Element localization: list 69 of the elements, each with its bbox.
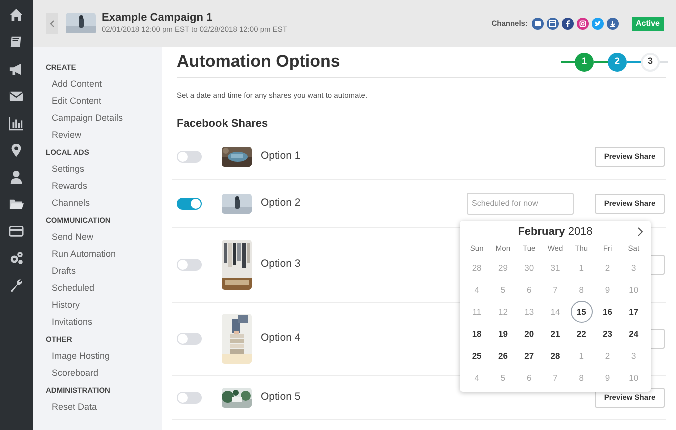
bar-chart-icon[interactable] bbox=[9, 116, 24, 131]
sidebar-link[interactable]: Scoreboard bbox=[52, 366, 99, 380]
location-pin-icon[interactable] bbox=[9, 143, 24, 158]
calendar-day[interactable]: 17 bbox=[622, 301, 645, 323]
sidebar-link[interactable]: Run Automation bbox=[52, 248, 116, 262]
toggle-switch[interactable] bbox=[177, 259, 202, 271]
folder-icon[interactable] bbox=[9, 197, 24, 212]
option-label: Option 4 bbox=[261, 331, 301, 346]
option-label: Option 5 bbox=[261, 390, 301, 405]
wrench-icon[interactable] bbox=[9, 278, 24, 293]
status-badge: Active bbox=[632, 16, 664, 30]
month-title: February 2018 bbox=[518, 224, 593, 240]
calendar-day[interactable]: 21 bbox=[544, 323, 566, 345]
chevron-left-icon bbox=[49, 20, 55, 28]
download-icon[interactable] bbox=[606, 18, 619, 30]
schedule-field[interactable]: Scheduled for now bbox=[467, 192, 574, 214]
home-icon[interactable] bbox=[9, 8, 24, 23]
option-label: Option 1 bbox=[261, 148, 301, 164]
sidebar-link[interactable]: Settings bbox=[52, 162, 85, 176]
toggle-switch[interactable] bbox=[177, 392, 202, 404]
page-title: Automation Options bbox=[177, 51, 340, 74]
user-icon[interactable] bbox=[9, 170, 24, 185]
megaphone-icon[interactable] bbox=[9, 62, 24, 77]
gears-icon[interactable] bbox=[9, 251, 24, 266]
sidebar-link[interactable]: Rewards bbox=[52, 180, 88, 194]
option-label: Option 2 bbox=[261, 196, 301, 211]
sidebar-link[interactable]: Channels bbox=[52, 196, 90, 210]
calendar-day[interactable]: 27 bbox=[518, 345, 540, 367]
toggle-switch[interactable] bbox=[177, 150, 202, 162]
calendar-day[interactable]: 20 bbox=[518, 323, 540, 345]
twitter-icon[interactable] bbox=[592, 18, 604, 30]
calendar-day[interactable]: 19 bbox=[492, 323, 514, 345]
instagram-icon[interactable] bbox=[576, 18, 589, 30]
book-icon[interactable] bbox=[9, 35, 24, 50]
chevron-right-icon bbox=[636, 227, 644, 237]
step-indicator: 2 bbox=[608, 52, 627, 72]
calendar-day[interactable]: 22 bbox=[570, 323, 593, 345]
calendar-day[interactable]: 25 bbox=[466, 345, 488, 367]
option-label: Option 3 bbox=[261, 257, 301, 272]
calendar-day[interactable]: 16 bbox=[596, 301, 619, 323]
sidebar-link[interactable]: History bbox=[52, 298, 80, 312]
campaign-title: Example Campaign 1 bbox=[102, 12, 214, 25]
sidebar-link[interactable]: Scheduled bbox=[52, 282, 95, 296]
email-icon[interactable] bbox=[532, 18, 544, 30]
sidebar-link[interactable]: Invitations bbox=[52, 316, 93, 330]
sidebar-link[interactable]: Campaign Details bbox=[52, 112, 124, 126]
toggle-switch[interactable] bbox=[177, 198, 202, 210]
next-month-button[interactable] bbox=[636, 227, 644, 237]
credit-card-icon[interactable] bbox=[9, 224, 24, 239]
toggle-switch[interactable] bbox=[177, 333, 202, 345]
step-indicator: 1 bbox=[575, 52, 594, 72]
calendar-day[interactable]: 26 bbox=[492, 345, 514, 367]
section-title: Facebook Shares bbox=[177, 116, 268, 132]
calendar-day[interactable]: 15 bbox=[570, 301, 593, 323]
step-indicator: 3 bbox=[641, 52, 660, 72]
sidebar-link[interactable]: Reset Data bbox=[52, 400, 98, 414]
sidebar-link[interactable]: Add Content bbox=[52, 78, 102, 92]
calendar-day[interactable]: 24 bbox=[622, 323, 645, 345]
sidebar-link[interactable]: Image Hosting bbox=[52, 350, 110, 364]
facebook-icon[interactable] bbox=[562, 18, 574, 30]
sidebar-link[interactable]: Send New bbox=[52, 230, 94, 244]
calendar-day[interactable]: 18 bbox=[466, 323, 488, 345]
sidebar-link[interactable]: Drafts bbox=[52, 264, 76, 278]
calendar-day[interactable]: 23 bbox=[596, 323, 619, 345]
sidebar-link[interactable]: Edit Content bbox=[52, 94, 102, 108]
calendar-day[interactable]: 28 bbox=[544, 345, 566, 367]
calendar-icon[interactable] bbox=[546, 18, 559, 30]
envelope-icon[interactable] bbox=[9, 89, 24, 104]
sidebar-link[interactable]: Review bbox=[52, 128, 82, 142]
